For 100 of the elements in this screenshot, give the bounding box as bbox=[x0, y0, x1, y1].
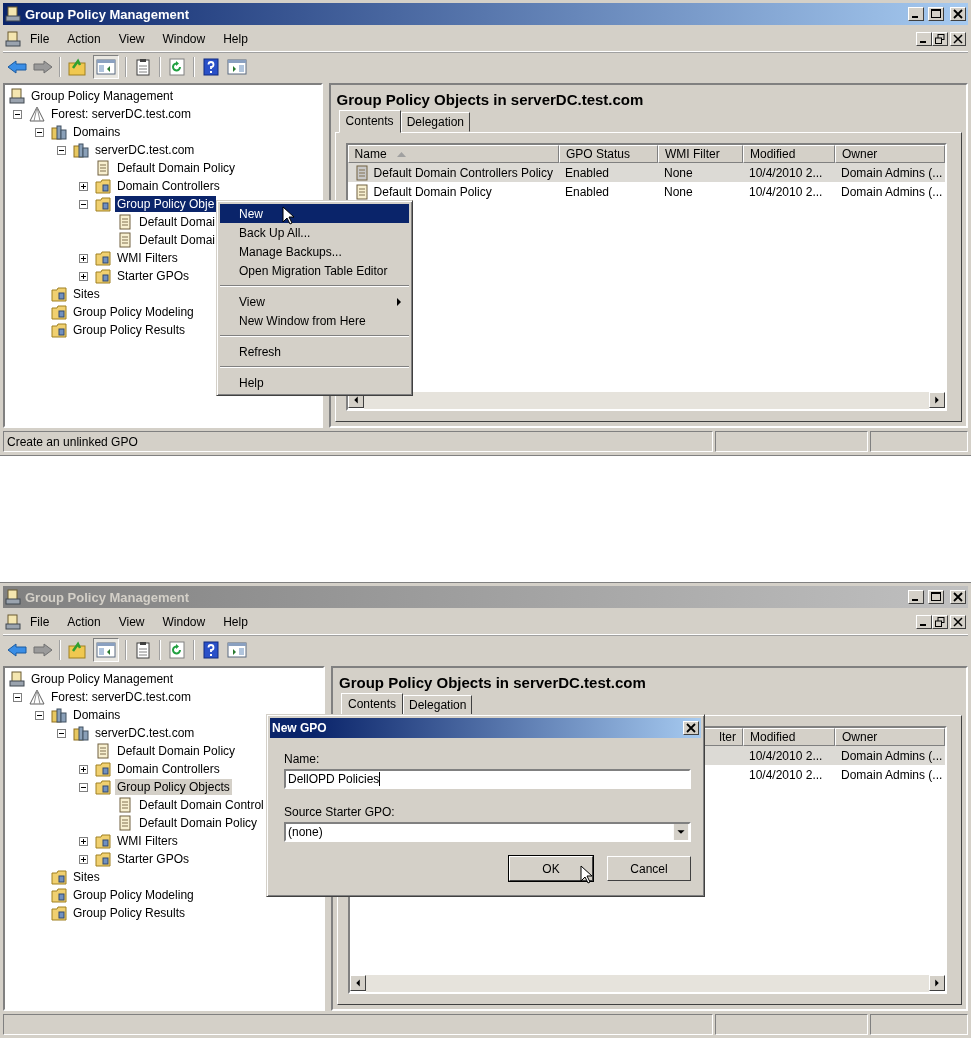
close-button[interactable] bbox=[950, 7, 966, 21]
cancel-button[interactable]: Cancel bbox=[607, 856, 691, 881]
console-tree-button[interactable] bbox=[93, 637, 119, 662]
tree-item[interactable]: Group Policy Results bbox=[71, 905, 188, 921]
menu-item[interactable]: View bbox=[109, 615, 154, 629]
refresh-icon[interactable] bbox=[167, 640, 187, 659]
tree-item[interactable]: Group Policy Objects bbox=[115, 779, 232, 795]
expand-icon[interactable] bbox=[79, 764, 88, 774]
expand-icon[interactable] bbox=[79, 253, 88, 263]
tree-item[interactable]: Forest: serverDC.test.com bbox=[49, 689, 194, 705]
close-button[interactable] bbox=[683, 721, 699, 735]
tree-item[interactable]: Default Domain Policy bbox=[137, 815, 260, 831]
starter-gpo-dropdown[interactable]: (none) bbox=[284, 822, 691, 842]
tree-item[interactable]: WMI Filters bbox=[115, 833, 180, 849]
scroll-right-button[interactable] bbox=[929, 975, 945, 991]
table-row[interactable]: Default Domain Controllers Policy Enabled None 10/4/2010 2... Domain Admins (... bbox=[347, 163, 945, 182]
column-header[interactable]: Modified bbox=[743, 728, 835, 746]
menu-item[interactable]: New Window from Here bbox=[220, 311, 409, 330]
action-pane-icon[interactable] bbox=[227, 640, 247, 659]
collapse-icon[interactable] bbox=[57, 145, 66, 155]
collapse-icon[interactable] bbox=[79, 199, 88, 209]
menu-item[interactable]: Window bbox=[153, 32, 215, 46]
menu-item[interactable]: Window bbox=[153, 615, 215, 629]
table-row[interactable]: Default Domain Policy Enabled None 10/4/2010 2... Domain Admins (... bbox=[347, 182, 945, 201]
collapse-icon[interactable] bbox=[35, 710, 44, 720]
tree-item[interactable]: serverDC.test.com bbox=[93, 725, 197, 741]
scroll-right-button[interactable] bbox=[929, 392, 945, 408]
column-header[interactable]: Name bbox=[347, 145, 559, 163]
back-arrow-icon[interactable] bbox=[7, 57, 27, 76]
tab[interactable]: Delegation bbox=[400, 112, 470, 132]
tree-item[interactable]: Default Domai bbox=[137, 214, 218, 230]
menu-item[interactable]: Refresh bbox=[220, 342, 409, 361]
menu-item[interactable]: File bbox=[21, 32, 59, 46]
menu-item[interactable]: View bbox=[109, 32, 154, 46]
maximize-button[interactable] bbox=[928, 590, 944, 604]
tree-item[interactable]: Starter GPOs bbox=[115, 268, 192, 284]
collapse-icon[interactable] bbox=[13, 109, 22, 119]
menu-item[interactable]: Open Migration Table Editor bbox=[220, 261, 409, 280]
menu-item[interactable]: View bbox=[220, 292, 409, 311]
tree-item[interactable]: Default Domain Control bbox=[137, 797, 266, 813]
maximize-button[interactable] bbox=[928, 7, 944, 21]
menu-item[interactable]: File bbox=[21, 615, 59, 629]
ok-button[interactable]: OK bbox=[509, 856, 593, 881]
expand-icon[interactable] bbox=[79, 181, 88, 191]
restore-button[interactable] bbox=[932, 32, 948, 46]
menu-item[interactable]: Help bbox=[220, 373, 409, 392]
tree-item[interactable]: Domain Controllers bbox=[115, 178, 222, 194]
menu-item[interactable]: Manage Backups... bbox=[220, 242, 409, 261]
scroll-left-button[interactable] bbox=[350, 975, 366, 991]
menu-item[interactable]: Action bbox=[58, 615, 110, 629]
tab[interactable]: Contents bbox=[341, 693, 404, 716]
tree-item[interactable]: Group Policy Obje bbox=[115, 196, 217, 212]
expand-icon[interactable] bbox=[79, 271, 88, 281]
tree-item[interactable]: Default Domai bbox=[137, 232, 218, 248]
tab[interactable]: Contents bbox=[338, 110, 401, 133]
minimize-button[interactable] bbox=[916, 615, 932, 629]
clipboard-icon[interactable] bbox=[133, 640, 153, 659]
column-header[interactable]: WMI Filter bbox=[658, 145, 743, 163]
tree-item[interactable]: Default Domain Policy bbox=[115, 160, 238, 176]
column-header[interactable]: GPO Status bbox=[559, 145, 658, 163]
tree-item[interactable]: Domains bbox=[71, 707, 123, 723]
tree-item[interactable]: Sites bbox=[71, 869, 102, 885]
column-header[interactable]: Owner bbox=[835, 145, 945, 163]
tree-item[interactable]: Starter GPOs bbox=[115, 851, 192, 867]
restore-button[interactable] bbox=[932, 615, 948, 629]
tree-item[interactable]: Default Domain Policy bbox=[115, 743, 238, 759]
action-pane-icon[interactable] bbox=[227, 57, 247, 76]
menu-item[interactable]: Back Up All... bbox=[220, 223, 409, 242]
help-icon[interactable] bbox=[201, 57, 221, 76]
tree-item[interactable]: Group Policy Modeling bbox=[71, 887, 196, 903]
tree-item[interactable]: Domains bbox=[71, 124, 123, 140]
collapse-icon[interactable] bbox=[13, 692, 22, 702]
collapse-icon[interactable] bbox=[35, 127, 44, 137]
console-tree-button[interactable] bbox=[93, 54, 119, 79]
menu-item[interactable]: Help bbox=[214, 32, 257, 46]
minimize-button[interactable] bbox=[916, 32, 932, 46]
menu-item[interactable]: Action bbox=[58, 32, 110, 46]
expand-icon[interactable] bbox=[79, 836, 88, 846]
minimize-button[interactable] bbox=[908, 7, 924, 21]
close-button[interactable] bbox=[950, 590, 966, 604]
tree-item[interactable]: Group Policy Management bbox=[29, 88, 176, 104]
clipboard-icon[interactable] bbox=[133, 57, 153, 76]
tree-item[interactable]: Sites bbox=[71, 286, 102, 302]
close-button[interactable] bbox=[950, 32, 966, 46]
column-header[interactable]: Owner bbox=[835, 728, 945, 746]
collapse-icon[interactable] bbox=[79, 782, 88, 792]
refresh-icon[interactable] bbox=[167, 57, 187, 76]
tree-item[interactable]: Group Policy Management bbox=[29, 671, 176, 687]
name-field[interactable]: DellOPD Policies bbox=[284, 769, 691, 789]
collapse-icon[interactable] bbox=[57, 728, 66, 738]
menu-item[interactable]: Help bbox=[214, 615, 257, 629]
tree-item[interactable]: Group Policy Results bbox=[71, 322, 188, 338]
tree-item[interactable]: Domain Controllers bbox=[115, 761, 222, 777]
forward-arrow-icon[interactable] bbox=[33, 57, 53, 76]
back-arrow-icon[interactable] bbox=[7, 640, 27, 659]
column-header[interactable]: Modified bbox=[743, 145, 835, 163]
minimize-button[interactable] bbox=[908, 590, 924, 604]
tree-item[interactable]: Group Policy Modeling bbox=[71, 304, 196, 320]
tree-item[interactable]: serverDC.test.com bbox=[93, 142, 197, 158]
tree-item[interactable]: Forest: serverDC.test.com bbox=[49, 106, 194, 122]
